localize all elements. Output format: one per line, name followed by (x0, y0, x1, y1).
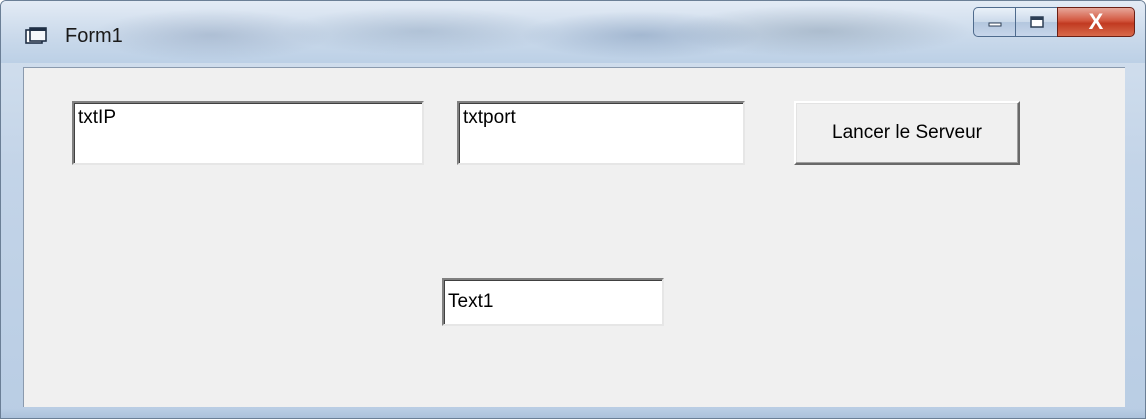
minimize-button[interactable] (973, 7, 1015, 37)
close-icon: X (1088, 9, 1104, 34)
form1-window: Form1 X txtIP txtport Lancer le Serveur (0, 0, 1146, 419)
close-button[interactable]: X (1057, 7, 1135, 37)
title-bar[interactable]: Form1 X (1, 1, 1145, 63)
txtip-textbox[interactable]: txtIP (72, 101, 424, 165)
window-bottom-border (1, 409, 1145, 418)
minimize-icon (988, 22, 1001, 27)
txtport-textbox[interactable]: txtport (457, 101, 745, 165)
caption-buttons: X (973, 7, 1135, 39)
lancer-le-serveur-button[interactable]: Lancer le Serveur (794, 101, 1020, 165)
window-title: Form1 (65, 25, 123, 47)
text1-textbox[interactable] (442, 278, 664, 326)
maximize-button[interactable] (1015, 7, 1057, 37)
form-client-area: txtIP txtport Lancer le Serveur (23, 67, 1125, 407)
form-icon (25, 27, 47, 44)
maximize-icon (1029, 16, 1044, 28)
